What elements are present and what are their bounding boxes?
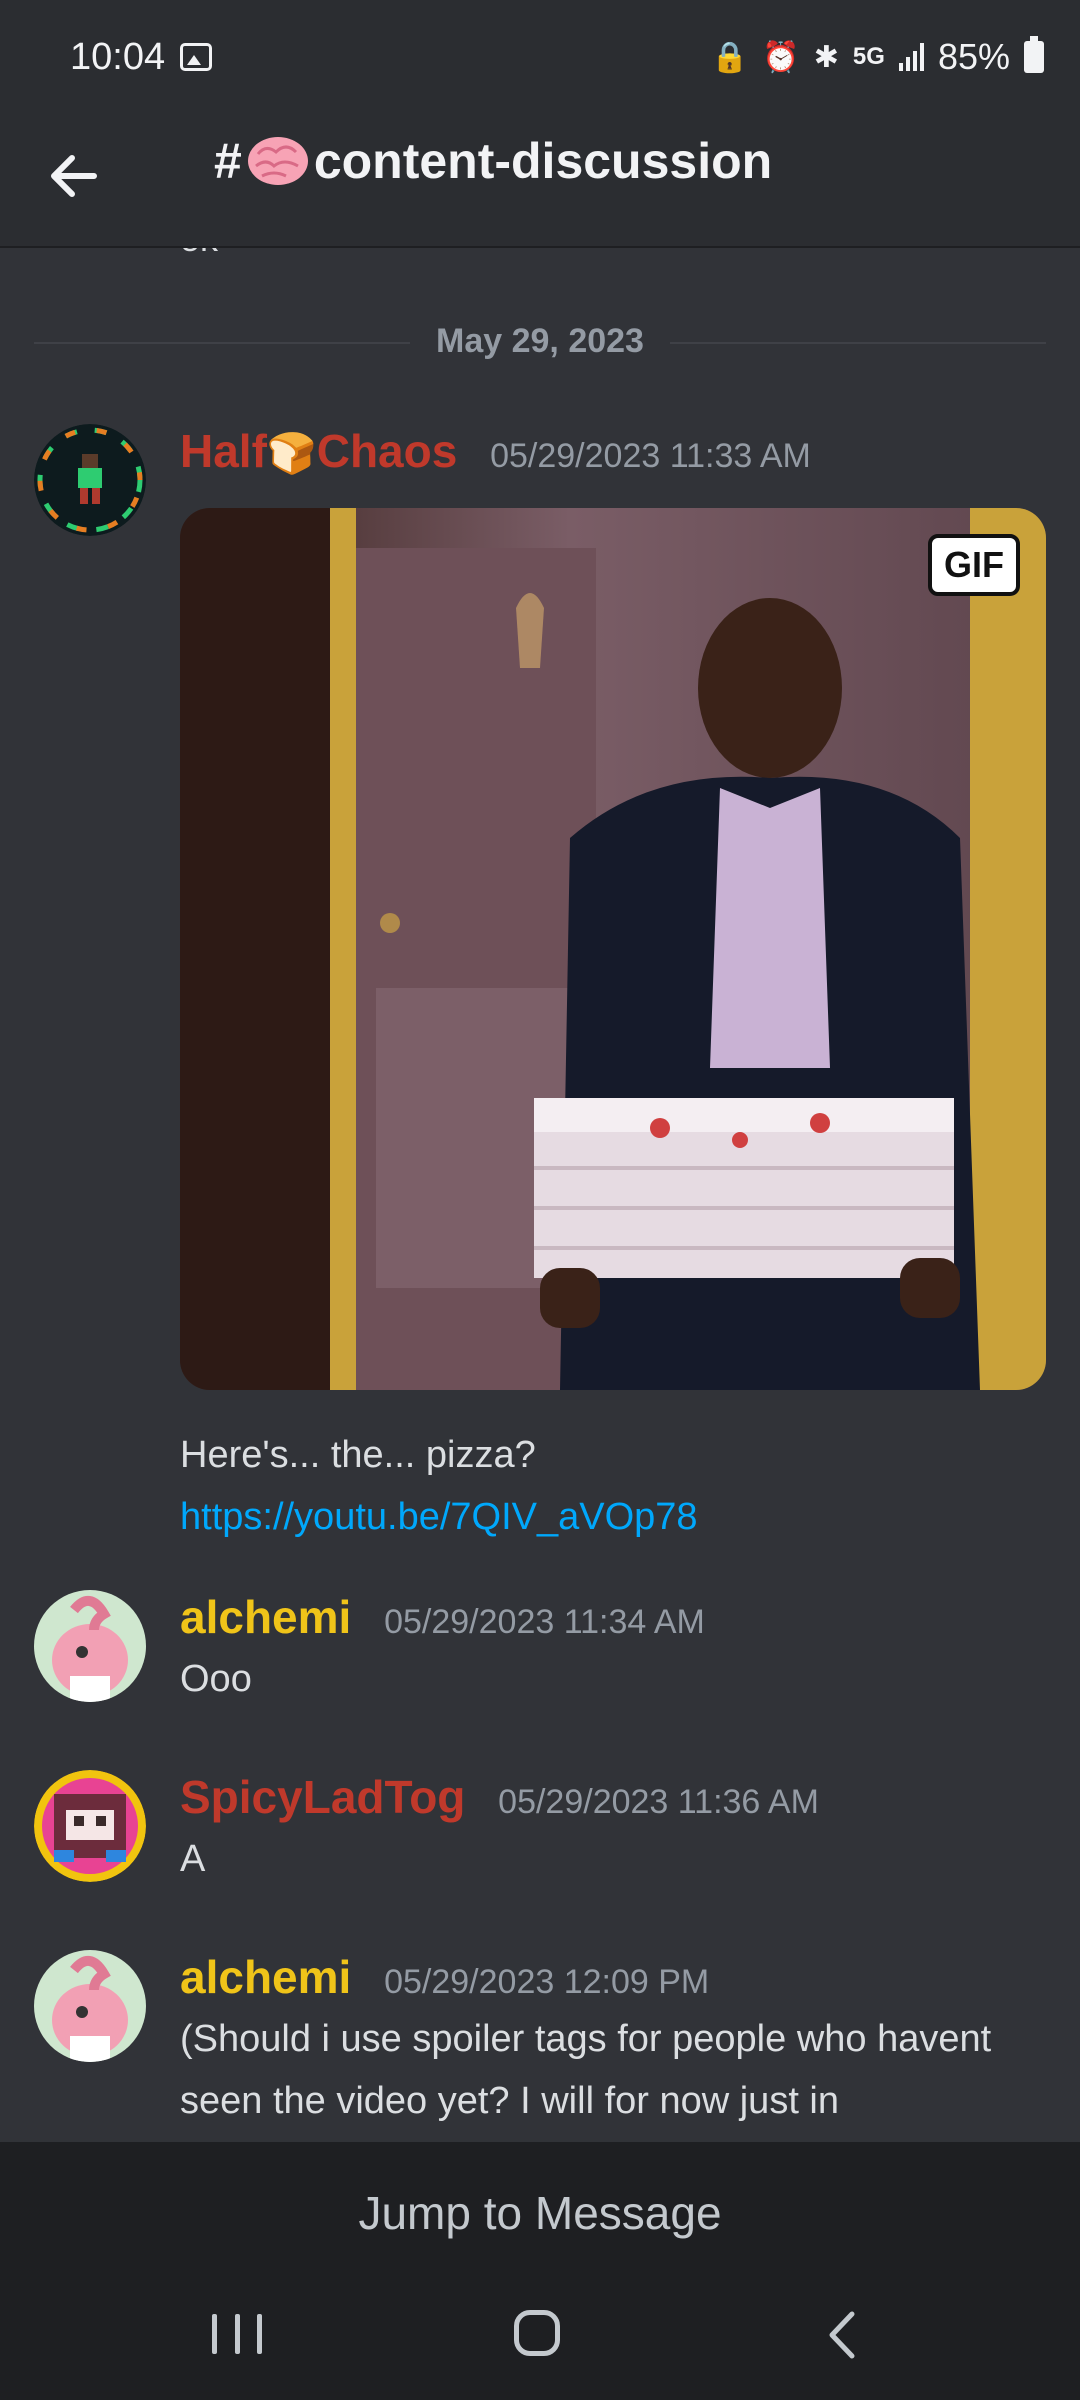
message[interactable]: alchemi 05/29/2023 11:34 AM Ooo [0, 1590, 1080, 1730]
channel-name: content-discussion [313, 133, 773, 189]
divider-line [670, 342, 1046, 344]
avatar[interactable] [34, 424, 146, 536]
author-name: alchemi [180, 1951, 352, 2003]
message[interactable]: alchemi 05/29/2023 12:09 PM (Should i us… [0, 1950, 1080, 2140]
message-author[interactable]: Half🍞Chaos 05/29/2023 11:33 AM [180, 424, 811, 478]
avatar-image [34, 1770, 146, 1882]
channel-title: # content-discussion [214, 132, 772, 190]
arrow-left-icon[interactable] [44, 146, 104, 206]
bread-emoji-icon: 🍞 [266, 432, 317, 476]
message-link[interactable]: https://youtu.be/7QIV_aVOp78 [180, 1486, 1050, 1548]
author-name: SpicyLadTog [180, 1771, 466, 1823]
date-divider: May 29, 2023 [34, 320, 1046, 364]
jump-to-message-button[interactable]: Jump to Message [0, 2186, 1080, 2240]
avatar-image [34, 424, 146, 536]
previous-message-text: ok [180, 248, 218, 260]
author-name-part: Chaos [316, 425, 458, 477]
message-timestamp: 05/29/2023 12:09 PM [384, 1963, 710, 2001]
status-time: 10:04 [70, 36, 166, 78]
system-nav-bar [0, 2282, 1080, 2400]
message-timestamp: 05/29/2023 11:36 AM [498, 1783, 819, 1821]
message-timestamp: 05/29/2023 11:33 AM [490, 437, 811, 475]
brain-emoji-icon [247, 137, 308, 185]
battery-icon [1024, 36, 1044, 73]
message-author[interactable]: SpicyLadTog 05/29/2023 11:36 AM [180, 1770, 819, 1824]
message-list[interactable]: ok May 29, 2023 Half🍞Chaos 05/29/2023 11… [0, 248, 1080, 2140]
network-5g-icon: 5G [852, 43, 885, 70]
lock-icon: 🔒 [711, 40, 749, 74]
avatar-image [34, 1590, 146, 1702]
message-text: Here's... the... pizza? https://youtu.be… [180, 1424, 1050, 1548]
channel-hash: # [214, 133, 242, 189]
avatar-image [34, 1950, 146, 2062]
bluetooth-icon: ✱ [813, 40, 839, 74]
message-text: Ooo [180, 1658, 252, 1700]
status-icons: 🔒 ⏰ ✱ 5G 85% [711, 36, 1044, 78]
message-author[interactable]: alchemi 05/29/2023 11:34 AM [180, 1590, 705, 1644]
alarm-icon: ⏰ [762, 40, 800, 74]
avatar[interactable] [34, 1950, 146, 2062]
avatar[interactable] [34, 1590, 146, 1702]
image-notification-icon [180, 43, 212, 71]
avatar[interactable] [34, 1770, 146, 1882]
system-back-icon[interactable] [820, 2310, 864, 2360]
message[interactable]: SpicyLadTog 05/29/2023 11:36 AM A [0, 1770, 1080, 1910]
jump-to-message-bar[interactable]: Jump to Message [0, 2142, 1080, 2282]
home-icon[interactable] [514, 2310, 560, 2356]
message-author[interactable]: alchemi 05/29/2023 12:09 PM [180, 1950, 709, 2004]
gif-badge: GIF [928, 534, 1020, 596]
gif-embed[interactable]: GIF [180, 508, 1046, 1390]
status-bar: 10:04 🔒 ⏰ ✱ 5G 85% [0, 0, 1080, 120]
message-text: (Should i use spoiler tags for people wh… [180, 2018, 992, 2122]
message-timestamp: 05/29/2023 11:34 AM [384, 1603, 705, 1641]
author-name-part: Half [180, 425, 267, 477]
gif-image [180, 508, 1046, 1390]
author-name: alchemi [180, 1591, 352, 1643]
message-text: A [180, 1838, 206, 1880]
channel-header: # content-discussion [0, 120, 1080, 248]
signal-icon [898, 43, 924, 71]
recents-icon[interactable] [212, 2314, 262, 2354]
battery-percent: 85% [937, 36, 1010, 77]
message[interactable]: Half🍞Chaos 05/29/2023 11:33 AM GIF Here'… [0, 424, 1080, 1538]
message-body: Here's... the... pizza? [180, 1434, 536, 1476]
